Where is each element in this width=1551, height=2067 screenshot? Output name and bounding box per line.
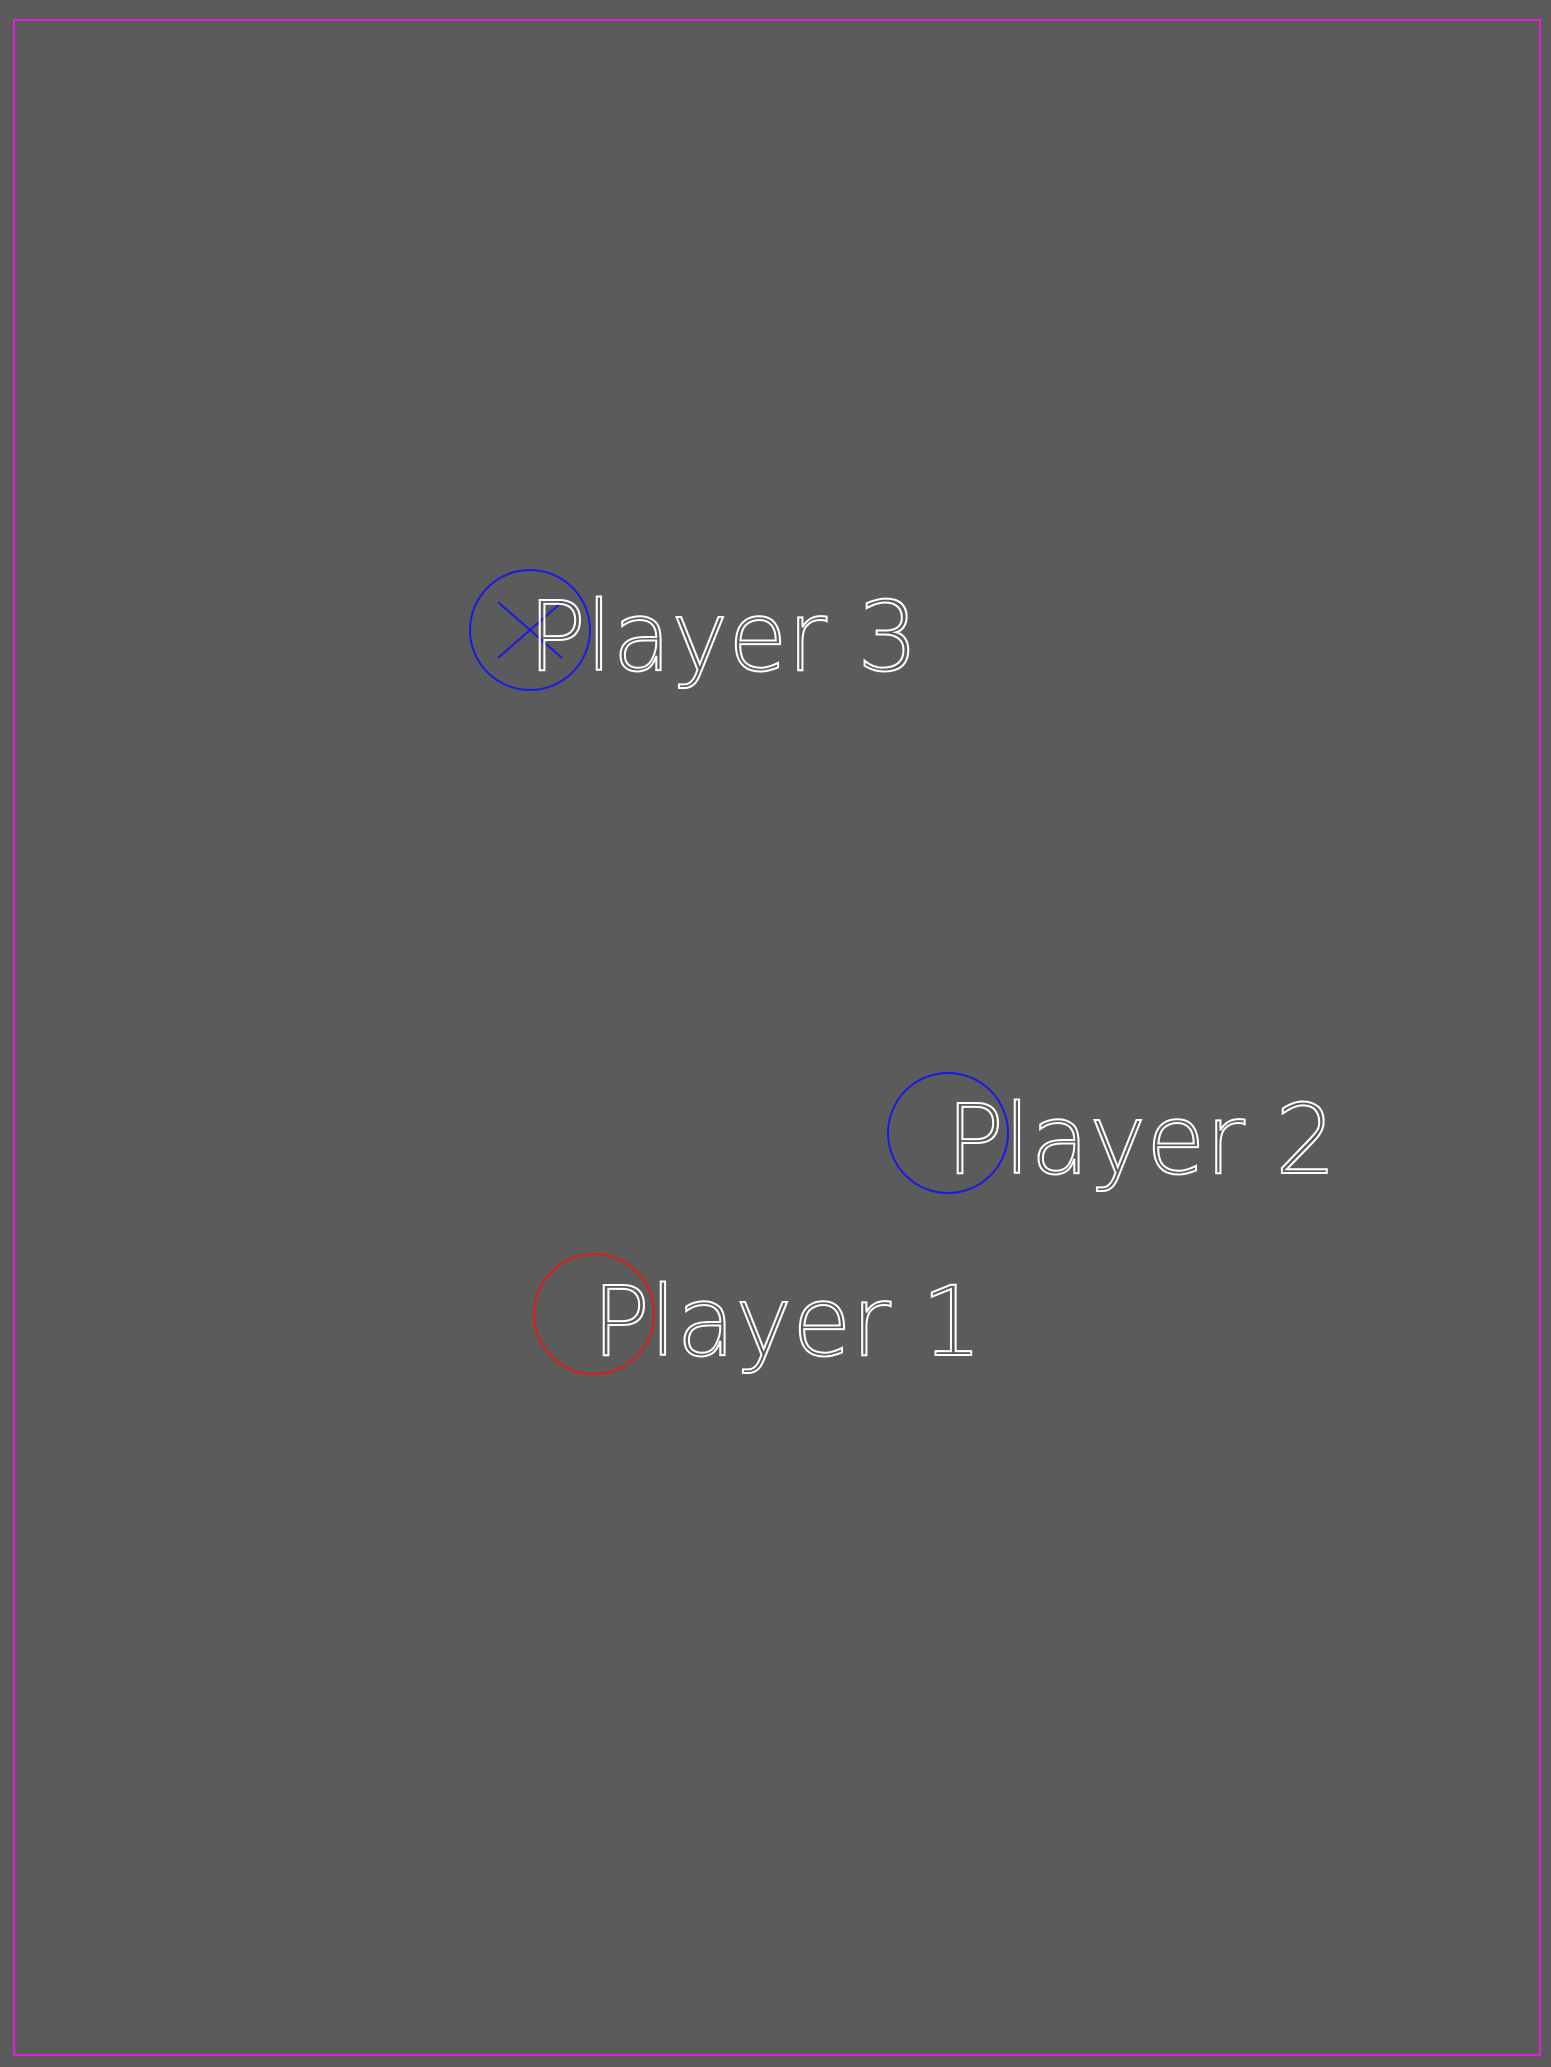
player-1-label: Player 1: [592, 1266, 982, 1378]
field-background: [0, 0, 1551, 2067]
player-1-token[interactable]: Player 1: [533, 1253, 983, 1379]
player-2-label: Player 2: [946, 1084, 1336, 1196]
player-2-token[interactable]: Player 2: [887, 1072, 1337, 1197]
player-3-label: Player 3: [528, 581, 918, 693]
player-3-token[interactable]: Player 3: [469, 569, 919, 694]
game-field: Player 3 Player 2 Player 1: [0, 0, 1551, 2067]
